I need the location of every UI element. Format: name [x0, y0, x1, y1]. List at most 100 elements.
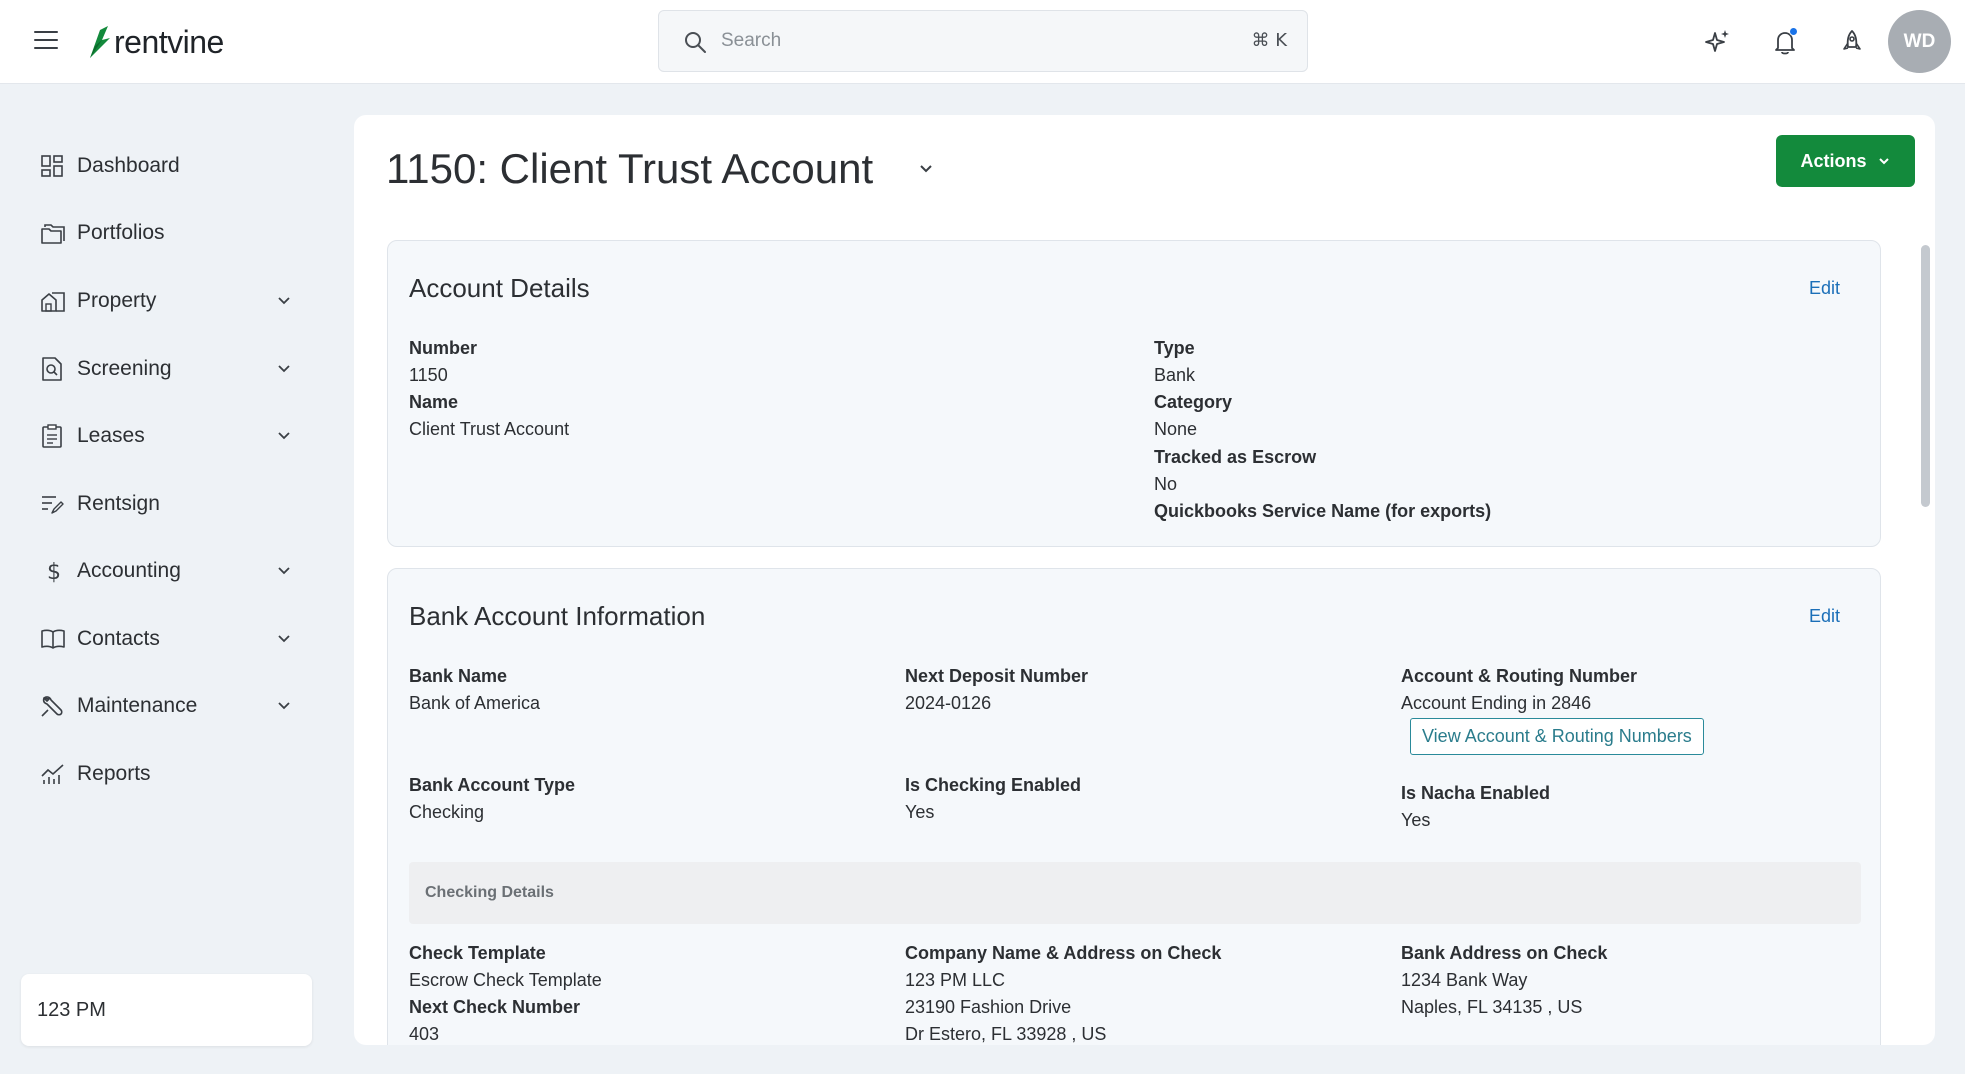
sidebar-item-accounting[interactable]: $ Accounting — [40, 549, 300, 593]
bank-address-line: 1234 Bank Way — [1401, 970, 1528, 990]
main-content: 1150: Client Trust Account Actions Accou… — [354, 115, 1935, 1045]
ai-sparkle-icon[interactable] — [1702, 27, 1732, 57]
company-address-line: Dr Estero, FL 33928 , US — [905, 1024, 1107, 1044]
chevron-down-icon[interactable] — [916, 159, 936, 179]
signature-icon — [42, 496, 64, 514]
brand-name: rentvine — [114, 23, 224, 60]
folders-icon — [41, 224, 65, 244]
sidebar-item-property[interactable]: Property — [40, 279, 300, 323]
bank-name-label: Bank Name — [409, 666, 508, 686]
sidebar: Dashboard Portfolios Property Screening … — [0, 84, 330, 1074]
bank-address-line: Naples, FL 34135 , US — [1401, 997, 1583, 1017]
sidebar-item-portfolios[interactable]: Portfolios — [40, 211, 300, 255]
checking-details-header: Checking Details — [409, 862, 1861, 924]
svg-text:$: $ — [47, 560, 61, 584]
chevron-down-icon[interactable] — [276, 428, 292, 444]
sidebar-item-label: Rentsign — [77, 492, 160, 515]
nacha-enabled-label: Is Nacha Enabled — [1401, 783, 1551, 803]
check-template-label: Check Template — [409, 943, 546, 963]
sidebar-item-label: Contacts — [77, 627, 160, 650]
page-title: 1150: Client Trust Account — [386, 145, 874, 192]
type-label: Type — [1154, 338, 1195, 358]
top-bar: rentvine ⌘ K WD — [0, 0, 1965, 84]
organization-switcher[interactable]: 123 PM — [21, 974, 312, 1046]
chevron-down-icon[interactable] — [276, 698, 292, 714]
section-title: Account Details — [409, 273, 590, 303]
name-value: Client Trust Account — [409, 419, 570, 439]
company-address-line: 23190 Fashion Drive — [905, 997, 1072, 1017]
dashboard-icon — [41, 155, 63, 177]
chevron-down-icon — [1878, 158, 1889, 165]
sidebar-item-label: Portfolios — [77, 221, 165, 244]
rentvine-leaf-icon — [90, 26, 110, 58]
company-address-line: 123 PM LLC — [905, 970, 1006, 990]
account-details-card: Account Details Edit Number 1150 Name Cl… — [387, 240, 1881, 547]
chevron-down-icon[interactable] — [276, 631, 292, 647]
name-label: Name — [409, 392, 459, 412]
sidebar-item-rentsign[interactable]: Rentsign — [40, 482, 300, 526]
notification-badge — [1789, 27, 1798, 36]
sidebar-item-contacts[interactable]: Contacts — [40, 617, 300, 661]
wrench-icon — [41, 696, 63, 717]
sidebar-item-screening[interactable]: Screening — [40, 347, 300, 391]
property-icon — [41, 292, 65, 312]
type-value: Bank — [1154, 365, 1196, 385]
screening-icon — [42, 357, 62, 381]
category-value: None — [1154, 419, 1198, 439]
checking-enabled-value: Yes — [905, 802, 935, 822]
bank-name-value: Bank of America — [409, 693, 541, 713]
scrollbar-thumb[interactable] — [1921, 245, 1930, 507]
bell-icon[interactable] — [1770, 27, 1800, 57]
search-bar[interactable]: ⌘ K — [658, 10, 1308, 72]
sidebar-item-dashboard[interactable]: Dashboard — [40, 144, 300, 188]
bank-account-card: Bank Account Information Edit Bank Name … — [387, 568, 1881, 1045]
next-check-label: Next Check Number — [409, 997, 581, 1017]
view-routing-numbers-button[interactable]: View Account & Routing Numbers — [1410, 718, 1704, 755]
deposit-label: Next Deposit Number — [905, 666, 1089, 686]
chart-icon — [41, 764, 64, 784]
nacha-enabled-value: Yes — [1401, 810, 1431, 830]
bank-address-label: Bank Address on Check — [1401, 943, 1608, 963]
book-icon — [41, 629, 65, 649]
chevron-down-icon[interactable] — [276, 293, 292, 309]
search-shortcut: ⌘ K — [1251, 30, 1287, 51]
search-icon — [685, 32, 706, 53]
quickbooks-label: Quickbooks Service Name (for exports) — [1154, 501, 1492, 521]
section-title: Bank Account Information — [409, 601, 706, 631]
company-address-label: Company Name & Address on Check — [905, 943, 1222, 963]
sidebar-item-label: Screening — [77, 357, 172, 380]
sidebar-item-label: Reports — [77, 762, 151, 785]
dollar-icon: $ — [47, 560, 61, 584]
edit-bank-info-link[interactable]: Edit — [1809, 606, 1840, 627]
routing-label: Account & Routing Number — [1401, 666, 1637, 686]
chevron-down-icon[interactable] — [276, 563, 292, 579]
rocket-icon[interactable] — [1837, 27, 1867, 57]
edit-account-details-link[interactable]: Edit — [1809, 278, 1840, 299]
sidebar-item-label: Accounting — [77, 559, 181, 582]
number-label: Number — [409, 338, 478, 358]
user-avatar[interactable]: WD — [1888, 10, 1951, 73]
routing-value: Account Ending in 2846 — [1401, 693, 1592, 713]
sidebar-item-label: Dashboard — [77, 154, 180, 177]
escrow-value: No — [1154, 474, 1178, 494]
actions-button[interactable]: Actions — [1776, 135, 1915, 187]
search-input[interactable] — [721, 25, 1201, 57]
sidebar-item-reports[interactable]: Reports — [40, 752, 300, 796]
brand-logo[interactable]: rentvine — [86, 22, 224, 62]
checking-enabled-label: Is Checking Enabled — [905, 775, 1082, 795]
sidebar-item-maintenance[interactable]: Maintenance — [40, 684, 300, 728]
bank-type-label: Bank Account Type — [409, 775, 576, 795]
chevron-down-icon[interactable] — [276, 361, 292, 377]
clipboard-icon — [42, 424, 62, 448]
deposit-value: 2024-0126 — [905, 693, 992, 713]
menu-icon[interactable] — [34, 31, 58, 51]
escrow-label: Tracked as Escrow — [1154, 447, 1317, 467]
category-label: Category — [1154, 392, 1233, 412]
sidebar-item-leases[interactable]: Leases — [40, 414, 300, 458]
check-template-value: Escrow Check Template — [409, 970, 602, 990]
sidebar-item-label: Maintenance — [77, 694, 198, 717]
next-check-value: 403 — [409, 1024, 440, 1044]
bank-type-value: Checking — [409, 802, 485, 822]
sidebar-item-label: Property — [77, 289, 157, 312]
sidebar-item-label: Leases — [77, 424, 145, 447]
